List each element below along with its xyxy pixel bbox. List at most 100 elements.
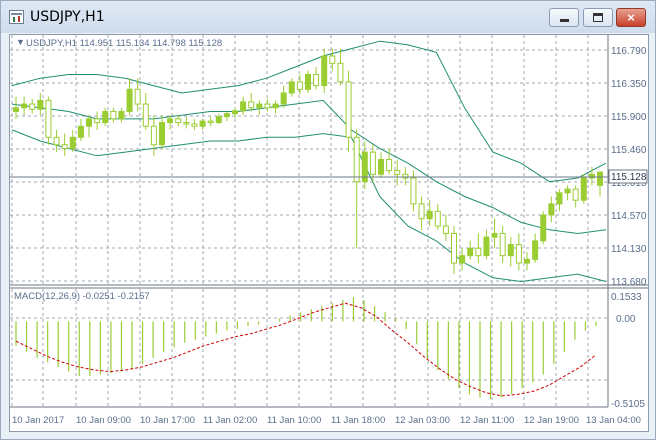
candle-body bbox=[353, 136, 360, 183]
candle-body bbox=[564, 188, 571, 194]
minimize-icon bbox=[559, 19, 569, 22]
time-tick: 10 Jan 2017 bbox=[12, 415, 64, 426]
candle-body bbox=[451, 232, 457, 264]
candle-body bbox=[21, 103, 28, 109]
candle-body bbox=[280, 92, 287, 105]
candlesticks bbox=[13, 48, 603, 275]
candle-body bbox=[77, 125, 84, 138]
price-tick: 115.900 bbox=[611, 112, 647, 123]
candle-body bbox=[272, 103, 279, 109]
candle-body bbox=[118, 110, 125, 120]
candle-body bbox=[369, 151, 376, 175]
candle-body bbox=[296, 81, 303, 90]
candle-body bbox=[491, 232, 498, 238]
candle-body bbox=[345, 81, 352, 138]
candle-body bbox=[256, 103, 263, 109]
candle-body bbox=[288, 81, 295, 94]
candle-body bbox=[86, 118, 92, 127]
time-tick: 10 Jan 17:00 bbox=[140, 415, 195, 426]
time-tick: 12 Jan 03:00 bbox=[395, 415, 450, 426]
time-tick: 13 Jan 04:00 bbox=[586, 415, 641, 426]
candle-body bbox=[394, 170, 401, 175]
candle-body bbox=[321, 55, 328, 87]
close-icon: × bbox=[627, 10, 635, 25]
macd-tick: 0.1533 bbox=[611, 292, 642, 303]
macd-tick: -0.5105 bbox=[611, 399, 645, 410]
title-bar[interactable]: USDJPY,H1 × bbox=[1, 1, 655, 33]
close-button[interactable]: × bbox=[616, 8, 646, 27]
symbol-info-label: USDJPY,H1 114.951 115.134 114.798 115.12… bbox=[26, 38, 222, 49]
candle-body bbox=[142, 103, 149, 127]
candle-body bbox=[215, 116, 222, 124]
candle-body bbox=[191, 123, 198, 127]
candle-body bbox=[240, 101, 247, 112]
candle-body bbox=[337, 62, 344, 83]
candle-body bbox=[29, 103, 36, 110]
price-tick: 113.680 bbox=[611, 277, 647, 288]
candle-body bbox=[45, 99, 52, 138]
candle-body bbox=[207, 120, 214, 124]
maximize-button[interactable] bbox=[583, 8, 613, 27]
candle-body bbox=[515, 244, 522, 264]
candle-body bbox=[175, 118, 182, 124]
time-tick: 12 Jan 19:00 bbox=[524, 415, 579, 426]
chart-window: USDJPY,H1 × ▼ USDJPY,H1 114.951 115.134 … bbox=[0, 0, 656, 440]
macd-signal-line bbox=[15, 302, 597, 397]
time-tick: 11 Jan 18:00 bbox=[331, 415, 385, 426]
candle-body bbox=[264, 103, 271, 109]
bollinger-middle-line bbox=[11, 99, 607, 235]
candle-body bbox=[150, 125, 157, 146]
price-tick: 114.130 bbox=[611, 244, 647, 255]
candle-body bbox=[248, 101, 255, 109]
candle-body bbox=[442, 225, 449, 234]
price-scale[interactable]: 116.790 116.350 115.900 115.460 115.015 … bbox=[611, 46, 647, 288]
candle-body bbox=[524, 258, 530, 264]
minimize-button[interactable] bbox=[549, 8, 579, 27]
time-tick: 11 Jan 02:00 bbox=[203, 415, 257, 426]
candle-body bbox=[13, 107, 19, 112]
price-tick: 116.350 bbox=[611, 79, 647, 90]
current-price-label: 115.128 bbox=[611, 172, 647, 183]
candle-body bbox=[102, 110, 109, 124]
candle-body bbox=[37, 99, 44, 110]
candle-body bbox=[499, 232, 506, 257]
candle-body bbox=[556, 192, 563, 205]
time-tick: 10 Jan 09:00 bbox=[76, 415, 131, 426]
time-tick: 11 Jan 10:00 bbox=[267, 415, 321, 426]
candle-body bbox=[572, 188, 579, 201]
chart-area[interactable]: ▼ USDJPY,H1 114.951 115.134 114.798 115.… bbox=[9, 34, 649, 432]
candle-body bbox=[426, 210, 433, 220]
candle-body bbox=[69, 136, 76, 149]
window-title: USDJPY,H1 bbox=[30, 9, 105, 25]
time-axis: 10 Jan 2017 10 Jan 09:00 10 Jan 17:00 11… bbox=[12, 415, 641, 426]
candle-body bbox=[459, 255, 466, 264]
candle-body bbox=[483, 236, 490, 257]
candle-body bbox=[580, 177, 587, 201]
candle-body bbox=[597, 171, 603, 186]
price-tick: 115.460 bbox=[611, 145, 647, 156]
price-tick: 116.790 bbox=[611, 46, 647, 57]
candle-body bbox=[467, 247, 474, 257]
candle-body bbox=[223, 113, 230, 118]
main-collapse-icon[interactable]: ▼ bbox=[16, 37, 25, 47]
macd-scale: 0.1533 0.00 -0.5105 bbox=[611, 292, 645, 410]
candle-body bbox=[434, 210, 441, 227]
macd-info-label: MACD(12,26,9) -0.0251 -0.2157 bbox=[14, 291, 150, 302]
candle-body bbox=[134, 88, 141, 105]
candle-body bbox=[183, 122, 190, 125]
macd-indicator bbox=[15, 297, 597, 399]
candle-body bbox=[305, 73, 311, 90]
macd-tick: 0.00 bbox=[616, 314, 636, 325]
candle-body bbox=[540, 214, 547, 242]
candle-body bbox=[313, 73, 320, 87]
time-tick: 12 Jan 11:00 bbox=[460, 415, 514, 426]
candle-body bbox=[167, 118, 174, 124]
chart-window-icon bbox=[9, 10, 24, 24]
price-tick: 114.570 bbox=[611, 211, 647, 222]
price-chart[interactable]: ▼ USDJPY,H1 114.951 115.134 114.798 115.… bbox=[10, 35, 648, 431]
candle-body bbox=[386, 159, 393, 172]
bollinger-upper-line bbox=[11, 40, 607, 183]
candle-body bbox=[53, 136, 60, 146]
candle-body bbox=[159, 122, 165, 146]
candle-body bbox=[475, 247, 482, 257]
